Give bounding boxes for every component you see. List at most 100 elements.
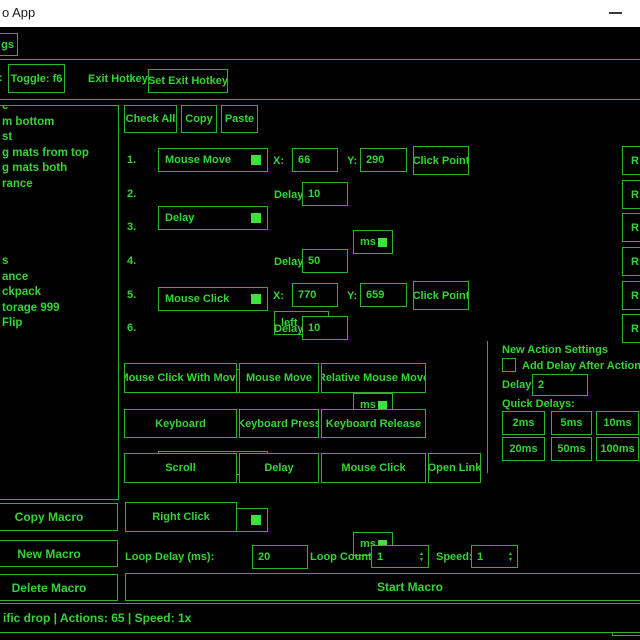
row-number: 3.: [127, 221, 136, 233]
paste-button[interactable]: Paste: [221, 105, 258, 133]
delete-macro-button[interactable]: Delete Macro: [0, 574, 118, 601]
stepper-arrows-icon[interactable]: ▲▼: [508, 552, 513, 562]
list-item[interactable]: st: [0, 130, 118, 146]
quick-delay-100ms-button[interactable]: 100ms: [596, 437, 639, 461]
minimize-button[interactable]: [600, 0, 630, 26]
x-input[interactable]: 770: [292, 283, 338, 307]
stepper-arrows-icon[interactable]: ▲▼: [419, 552, 424, 562]
list-item[interactable]: g mats both: [0, 161, 118, 177]
delay-label: Delay: [274, 323, 303, 335]
add-keyboard-release-button[interactable]: Keyboard Release: [321, 409, 426, 438]
status-text: ific drop | Actions: 65 | Speed: 1x: [3, 611, 191, 625]
add-relative-mouse-move-button[interactable]: Relative Mouse Move: [321, 363, 426, 393]
remove-row-button[interactable]: R: [622, 314, 640, 343]
list-item[interactable]: [0, 239, 118, 255]
quick-delay-5ms-button[interactable]: 5ms: [551, 411, 592, 435]
add-mouse-move-button[interactable]: Mouse Move: [239, 363, 319, 393]
status-bar: ific drop | Actions: 65 | Speed: 1x: [0, 603, 640, 633]
list-item[interactable]: s: [0, 254, 118, 270]
divider: [487, 341, 488, 473]
new-action-settings-title: New Action Settings: [502, 344, 608, 356]
add-keyboard-press-button[interactable]: Keyboard Press: [239, 409, 319, 438]
x-label: X:: [273, 290, 284, 302]
y-input[interactable]: 290: [360, 148, 407, 172]
set-exit-hotkey-button[interactable]: Set Exit Hotkey: [148, 69, 228, 93]
check-all-button[interactable]: Check All: [124, 105, 177, 133]
quick-delay-50ms-button[interactable]: 50ms: [551, 437, 592, 461]
remove-row-button[interactable]: R: [622, 146, 640, 175]
dropdown-icon: [378, 238, 387, 247]
list-item[interactable]: ckpack: [0, 285, 118, 301]
add-scroll-button[interactable]: Scroll: [124, 453, 237, 483]
add-delay-button[interactable]: Delay: [239, 453, 319, 483]
action-type-value: Mouse Move: [165, 154, 231, 166]
divider: [0, 59, 640, 60]
window-title: o App: [2, 5, 35, 20]
list-item[interactable]: m bottom: [0, 115, 118, 131]
quick-delay-20ms-button[interactable]: 20ms: [502, 437, 545, 461]
action-type-value: Delay: [165, 212, 194, 224]
action-type-dropdown[interactable]: Delay: [158, 206, 268, 230]
add-right-click-button[interactable]: Right Click: [125, 502, 237, 532]
loop-count-stepper[interactable]: 1 ▲▼: [371, 545, 429, 568]
remove-row-button[interactable]: R: [622, 180, 640, 209]
tab-settings[interactable]: gs: [0, 33, 18, 56]
row-number: 2.: [127, 188, 136, 200]
add-keyboard-button[interactable]: Keyboard: [124, 409, 237, 438]
delay-input[interactable]: 50: [302, 249, 348, 273]
row-number: 4.: [127, 255, 136, 267]
remove-row-button[interactable]: R: [622, 213, 640, 242]
list-item[interactable]: torage 999: [0, 301, 118, 317]
x-input[interactable]: 66: [292, 148, 338, 172]
list-item[interactable]: e: [0, 105, 118, 115]
loop-delay-label: Loop Delay (ms):: [125, 551, 214, 563]
dropdown-icon: [251, 515, 261, 525]
list-item[interactable]: rance: [0, 177, 118, 193]
add-open-link-button[interactable]: Open Link: [428, 453, 481, 483]
click-point-button[interactable]: Click Point: [413, 146, 469, 175]
quick-delay-10ms-button[interactable]: 10ms: [596, 411, 639, 435]
list-item[interactable]: [0, 223, 118, 239]
delay-input[interactable]: 10: [302, 316, 348, 340]
loop-count-value: 1: [377, 551, 383, 563]
new-action-delay-label: Delay:: [502, 379, 535, 391]
remove-row-button[interactable]: R: [622, 281, 640, 310]
remove-row-button[interactable]: R: [622, 247, 640, 276]
row-number: 5.: [127, 289, 136, 301]
list-item[interactable]: Flip: [0, 316, 118, 332]
list-item[interactable]: [0, 208, 118, 224]
macro-list[interactable]: em bottomstg mats from topg mats bothran…: [0, 105, 119, 500]
tab-label: gs: [1, 39, 14, 51]
new-macro-button[interactable]: New Macro: [0, 540, 118, 567]
new-action-delay-input[interactable]: 2: [532, 374, 588, 396]
unit-value: ms: [360, 236, 376, 248]
add-mouse-click-with-move-button[interactable]: Mouse Click With Move: [124, 363, 237, 393]
app-window: o App gs : Toggle: f6 Exit Hotkey: Set E…: [0, 0, 640, 640]
toggle-hotkey-button[interactable]: Toggle: f6: [8, 64, 65, 93]
delay-input[interactable]: 10: [302, 182, 348, 206]
unit-dropdown[interactable]: ms: [353, 230, 393, 254]
add-delay-after-action-checkbox[interactable]: [502, 358, 516, 372]
speed-value: 1: [477, 551, 483, 563]
y-input[interactable]: 659: [360, 283, 407, 307]
quick-delay-2ms-button[interactable]: 2ms: [502, 411, 545, 435]
list-item[interactable]: g mats from top: [0, 146, 118, 162]
action-type-dropdown[interactable]: Mouse Move: [158, 148, 268, 172]
speed-stepper[interactable]: 1 ▲▼: [471, 545, 518, 568]
macro-list-items: em bottomstg mats from topg mats bothran…: [0, 105, 118, 332]
dropdown-icon: [251, 155, 261, 165]
action-type-dropdown[interactable]: Mouse Click: [158, 287, 268, 311]
speed-label: Speed:: [436, 551, 473, 563]
copy-macro-button[interactable]: Copy Macro: [0, 503, 118, 531]
toggle-hotkey-label: :: [0, 72, 3, 84]
start-macro-button[interactable]: Start Macro: [125, 573, 640, 601]
list-item[interactable]: [0, 192, 118, 208]
dropdown-icon: [251, 213, 261, 223]
list-item[interactable]: ance: [0, 270, 118, 286]
loop-delay-input[interactable]: 20: [252, 545, 308, 569]
exit-hotkey-label: Exit Hotkey:: [88, 73, 152, 85]
title-bar: [0, 0, 640, 27]
copy-button[interactable]: Copy: [181, 105, 217, 133]
add-mouse-click-button[interactable]: Mouse Click: [321, 453, 426, 483]
click-point-button[interactable]: Click Point: [413, 281, 469, 310]
